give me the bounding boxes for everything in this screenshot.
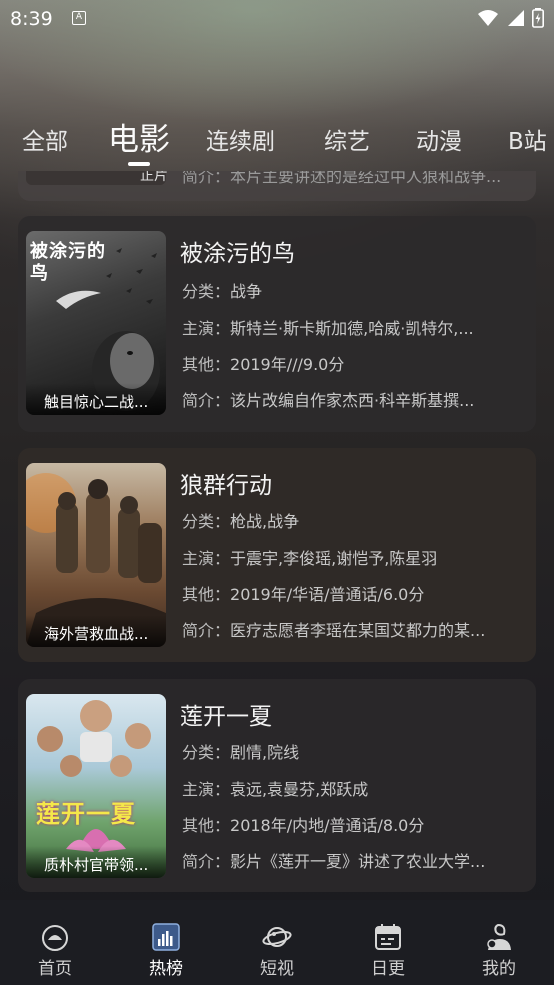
bottom-nav: 首页 热榜 短视 日更 我的 [0,900,554,985]
category-value: 战争 [230,282,263,301]
summary-label: 简介： [182,391,231,410]
nav-home-label: 首页 [38,959,72,979]
cast-label: 主演： [182,549,231,568]
nav-daily-label: 日更 [371,959,405,979]
movie-other: 其他：2018年/内地/普通话/8.0分 [182,812,522,836]
movie-title: 狼群行动 [180,473,272,499]
other-value: 2019年///9.0分 [230,355,345,374]
cast-value: 袁远,袁曼芬,郑跃成 [230,780,369,799]
movie-other: 其他：2019年/华语/普通话/6.0分 [182,581,522,605]
movie-poster[interactable]: 海外营救血战... [26,463,166,647]
cast-value: 斯特兰·斯卡斯加德,哈威·凯特尔,... [230,319,474,338]
movie-card[interactable]: 被涂污的鸟 触目惊心二战... 被涂污的鸟 分类：战争 主演：斯特兰·斯卡斯加德… [18,216,536,432]
summary-label: 简介： [182,852,231,871]
movie-summary: 简介：该片改编自作家杰西·科辛斯基撰... [182,387,522,411]
movie-cast: 主演：于震宇,李俊瑶,谢恺予,陈星羽 [182,545,522,569]
tab-variety[interactable]: 综艺 [324,122,370,156]
movie-poster[interactable]: 被涂污的鸟 触目惊心二战... [26,231,166,415]
movie-summary: 简介：本片主要讲述的是经过中人狼和战争... [182,171,502,186]
category-value: 枪战,战争 [230,512,300,531]
category-label: 分类： [182,282,231,301]
tab-bilibili[interactable]: B站 [508,122,547,156]
summary-value: 影片《莲开一夏》讲述了农业大学... [230,852,486,871]
other-label: 其他： [182,816,231,835]
movie-title: 莲开一夏 [180,704,272,730]
wifi-icon [478,10,498,26]
nav-daily[interactable]: 日更 [348,922,428,979]
summary-label: 简介： [182,621,231,640]
nav-home[interactable]: 首页 [15,922,95,979]
tab-series[interactable]: 连续剧 [206,122,275,156]
movie-cast: 主演：斯特兰·斯卡斯加德,哈威·凯特尔,... [182,315,522,339]
other-value: 2018年/内地/普通话/8.0分 [230,816,425,835]
tab-anime[interactable]: 动漫 [416,122,462,156]
tab-movies[interactable]: 电影 [108,114,170,159]
movie-card[interactable]: 海外营救血战... 狼群行动 分类：枪战,战争 主演：于震宇,李俊瑶,谢恺予,陈… [18,448,536,662]
poster-caption: 质朴村官带领... [26,846,166,878]
home-icon [42,925,68,951]
status-bar: 8:39 A [0,0,554,36]
signal-icon [508,10,524,26]
movie-card-partial[interactable]: 正片 简介：本片主要讲述的是经过中人狼和战争... [18,171,536,201]
cast-value: 于震宇,李俊瑶,谢恺予,陈星羽 [230,549,438,568]
movie-poster[interactable]: 莲开一夏 质朴村官带领... [26,694,166,878]
nav-shorts[interactable]: 短视 [237,922,317,979]
poster-title: 莲开一夏 [36,800,136,828]
nav-hot-label: 热榜 [149,959,183,979]
movie-category: 分类：枪战,战争 [182,508,522,532]
poster-badge: 正片 [140,171,168,184]
tab-all[interactable]: 全部 [22,122,68,156]
notification-icon: A [72,11,86,25]
cast-label: 主演： [182,780,231,799]
system-icons [478,8,544,28]
user-icon [487,923,511,950]
movie-card[interactable]: 莲开一夏 质朴村官带领... 莲开一夏 分类：剧情,院线 主演：袁远,袁曼芬,郑… [18,679,536,892]
poster-caption: 触目惊心二战... [26,383,166,415]
summary-value: 该片改编自作家杰西·科辛斯基撰... [230,391,475,410]
movie-title: 被涂污的鸟 [180,241,295,267]
poster-caption: 海外营救血战... [26,615,166,647]
movie-category: 分类：剧情,院线 [182,739,522,763]
active-tab-indicator [128,162,150,166]
category-label: 分类： [182,512,231,531]
movie-cast: 主演：袁远,袁曼芬,郑跃成 [182,776,522,800]
nav-me[interactable]: 我的 [459,922,539,979]
movie-other: 其他：2019年///9.0分 [182,351,522,375]
cast-label: 主演： [182,319,231,338]
poster-title: 被涂污的鸟 [30,241,106,284]
other-value: 2019年/华语/普通话/6.0分 [230,585,425,604]
movie-summary: 简介：影片《莲开一夏》讲述了农业大学... [182,848,522,872]
nav-hot[interactable]: 热榜 [126,922,206,979]
status-time: 8:39 [10,8,53,30]
nav-shorts-label: 短视 [260,959,294,979]
movie-summary: 简介：医疗志愿者李瑶在某国艾都力的某... [182,617,522,641]
other-label: 其他： [182,585,231,604]
nav-me-label: 我的 [482,959,516,979]
battery-icon [532,8,544,28]
category-label: 分类： [182,743,231,762]
planet-icon [262,927,292,947]
calendar-icon [375,924,401,950]
other-label: 其他： [182,355,231,374]
movie-category: 分类：战争 [182,278,522,302]
category-tabs: 全部 电影 连续剧 综艺 动漫 B站 [0,112,554,172]
category-value: 剧情,院线 [230,743,300,762]
summary-value: 医疗志愿者李瑶在某国艾都力的某... [230,621,486,640]
chart-icon [152,923,180,951]
